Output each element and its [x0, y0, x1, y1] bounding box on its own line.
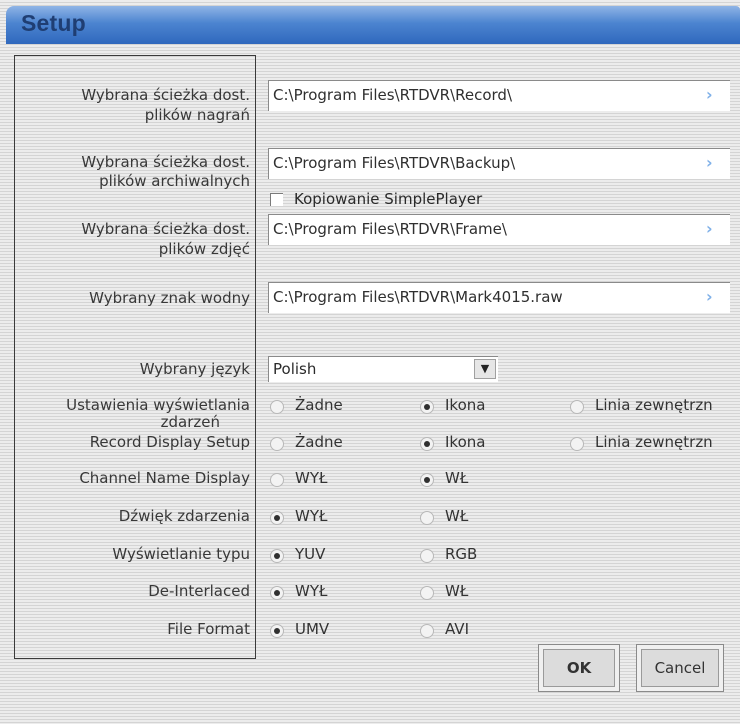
cancel-button[interactable]: Cancel: [636, 644, 724, 692]
file-format-choice-label-1: AVI: [445, 620, 469, 638]
deinterlaced-label: De-Interlaced: [148, 582, 250, 600]
radio-ring-icon: [420, 549, 434, 563]
record-path-value: C:\Program Files\RTDVR\Record\: [273, 86, 513, 104]
display-type-choice-label-0: YUV: [295, 545, 326, 563]
copy-simpleplayer-label: Kopiowanie SimplePlayer: [294, 190, 483, 208]
language-value: Polish: [273, 360, 317, 378]
backup-browse-arrow-icon[interactable]: ›: [706, 155, 720, 171]
watermark-path-value: C:\Program Files\RTDVR\Mark4015.raw: [273, 288, 563, 306]
event-sound-label: Dźwięk zdarzenia: [118, 507, 250, 525]
event-sound-choice-label-1: WŁ: [445, 507, 469, 525]
radio-ring-icon: [420, 511, 434, 525]
record-path-label-line1: Wybrana ścieżka dost.: [81, 86, 250, 104]
radio-ring-icon: [270, 473, 284, 487]
channel-name-radio-0[interactable]: [270, 473, 284, 487]
window-title: Setup: [21, 10, 86, 36]
radio-selected-dot-icon: [274, 628, 280, 634]
event-sound-radio-0[interactable]: [270, 511, 284, 525]
record-display-label: Record Display Setup: [89, 433, 250, 451]
radio-ring-icon: [420, 586, 434, 600]
display-type-radio-0[interactable]: [270, 549, 284, 563]
radio-ring-icon: [570, 400, 584, 414]
radio-selected-dot-icon: [424, 441, 430, 447]
event-display-label: Ustawienia wyświetlania: [66, 396, 250, 414]
radio-selected-dot-icon: [274, 515, 280, 521]
radio-selected-dot-icon: [424, 404, 430, 410]
deinterlaced-radio-1[interactable]: [420, 586, 434, 600]
record-path-label-line2: plików nagrań: [144, 106, 250, 124]
record-display-choice-label-2: Linia zewnętrzn: [595, 433, 713, 451]
display-type-label: Wyświetlanie typu: [112, 545, 250, 563]
ok-button[interactable]: OK: [538, 644, 620, 692]
radio-ring-icon: [270, 400, 284, 414]
copy-simpleplayer-checkbox[interactable]: [270, 193, 283, 206]
event-display-label-line2: zdarzeń: [160, 413, 220, 431]
radio-selected-dot-icon: [424, 477, 430, 483]
record-display-radio-2[interactable]: [570, 437, 584, 451]
channel-name-choice-label-1: WŁ: [445, 469, 469, 487]
title-bar: Setup: [6, 6, 740, 44]
channel-name-radio-1[interactable]: [420, 473, 434, 487]
radio-ring-icon: [570, 437, 584, 451]
channel-name-choice-label-0: WYŁ: [295, 469, 328, 487]
frame-path-field[interactable]: C:\Program Files\RTDVR\Frame\ ›: [268, 214, 730, 245]
event-display-radio-0[interactable]: [270, 400, 284, 414]
display-type-radio-1[interactable]: [420, 549, 434, 563]
file-format-radio-1[interactable]: [420, 624, 434, 638]
frame-browse-arrow-icon[interactable]: ›: [706, 221, 720, 237]
frame-path-label-line2: plików zdjęć: [158, 240, 250, 258]
radio-ring-icon: [420, 624, 434, 638]
deinterlaced-choice-label-1: WŁ: [445, 582, 469, 600]
event-sound-radio-1[interactable]: [420, 511, 434, 525]
language-select[interactable]: Polish ▼: [268, 356, 498, 382]
file-format-label: File Format: [167, 620, 250, 638]
label-panel: [14, 55, 256, 659]
record-display-choice-label-0: Żadne: [295, 433, 343, 451]
radio-selected-dot-icon: [274, 553, 280, 559]
watermark-path-field[interactable]: C:\Program Files\RTDVR\Mark4015.raw ›: [268, 282, 730, 313]
file-format-radio-0[interactable]: [270, 624, 284, 638]
record-display-radio-1[interactable]: [420, 437, 434, 451]
channel-name-label: Channel Name Display: [79, 469, 250, 487]
record-display-choice-label-1: Ikona: [445, 433, 486, 451]
chevron-down-icon[interactable]: ▼: [474, 359, 496, 379]
backup-path-label-line2: plików archiwalnych: [99, 172, 250, 190]
language-label: Wybrany język: [139, 360, 250, 378]
radio-selected-dot-icon: [274, 590, 280, 596]
event-sound-choice-label-0: WYŁ: [295, 507, 328, 525]
event-display-radio-2[interactable]: [570, 400, 584, 414]
deinterlaced-radio-0[interactable]: [270, 586, 284, 600]
watermark-label: Wybrany znak wodny: [89, 289, 250, 307]
frame-path-value: C:\Program Files\RTDVR\Frame\: [273, 220, 507, 238]
event-display-choice-label-0: Żadne: [295, 396, 343, 414]
frame-path-label-line1: Wybrana ścieżka dost.: [81, 220, 250, 238]
backup-path-label-line1: Wybrana ścieżka dost.: [81, 153, 250, 171]
event-display-choice-label-2: Linia zewnętrzn: [595, 396, 713, 414]
display-type-choice-label-1: RGB: [445, 545, 478, 563]
deinterlaced-choice-label-0: WYŁ: [295, 582, 328, 600]
event-display-radio-1[interactable]: [420, 400, 434, 414]
file-format-choice-label-0: UMV: [295, 620, 330, 638]
radio-ring-icon: [270, 437, 284, 451]
record-path-field[interactable]: C:\Program Files\RTDVR\Record\ ›: [268, 80, 730, 111]
record-browse-arrow-icon[interactable]: ›: [706, 87, 720, 103]
backup-path-field[interactable]: C:\Program Files\RTDVR\Backup\ ›: [268, 148, 730, 179]
record-display-radio-0[interactable]: [270, 437, 284, 451]
backup-path-value: C:\Program Files\RTDVR\Backup\: [273, 154, 516, 172]
watermark-browse-arrow-icon[interactable]: ›: [706, 289, 720, 305]
event-display-choice-label-1: Ikona: [445, 396, 486, 414]
